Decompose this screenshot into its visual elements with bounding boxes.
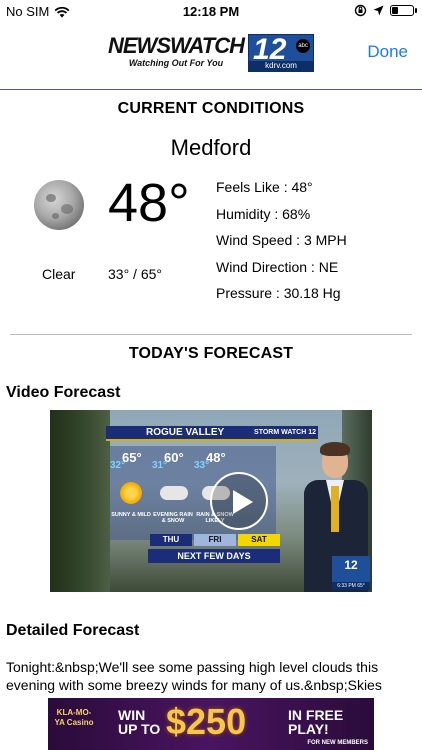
wx-region-label: ROGUE VALLEY [146, 427, 225, 438]
wx-dayname: SAT [238, 534, 280, 546]
ad-members-note: FOR NEW MEMBERS [307, 740, 368, 746]
detailed-forecast-text: Tonight:&nbsp;We'll see some passing hig… [6, 659, 382, 693]
moon-icon [34, 180, 84, 230]
detail-label: Wind Speed : [216, 232, 301, 249]
ad-banner[interactable]: KLA-MO-YA Casino WIN UP TO $250 IN FREE … [48, 698, 374, 750]
wx-day-names: THU FRI SAT [150, 534, 280, 546]
detail-label: Pressure : [216, 285, 280, 302]
detail-value: 3 MPH [303, 232, 347, 249]
wx-day-fri: 60° 31° EVENING RAIN & SNOW [152, 446, 194, 540]
detail-value: NE [318, 258, 339, 275]
wx-lo: 32° [110, 460, 126, 471]
low-high-temps: 33° / 65° [108, 266, 163, 282]
abc-icon: abc [296, 39, 311, 53]
conditions-details: Feels Like : 48° Humidity : 68% Wind Spe… [216, 178, 347, 311]
station-bug: 12 [332, 556, 370, 582]
sun-icon [120, 482, 142, 504]
nav-bar: NEWSWATCH Watching Out For You 12 abc kd… [0, 22, 422, 90]
orientation-lock-icon [354, 4, 367, 17]
wx-lo: 33° [194, 460, 210, 471]
battery-icon [390, 5, 417, 16]
detail-label: Feels Like : [216, 179, 288, 195]
status-bar: No SIM 12:18 PM [0, 0, 422, 22]
wx-region-header: ROGUE VALLEY STORM WATCH 12 [106, 426, 318, 441]
logo-main-text: NEWSWATCH [108, 33, 245, 58]
todays-forecast-title: TODAY'S FORECAST [128, 345, 294, 362]
wx-dayname: FRI [194, 534, 236, 546]
ad-free-play: IN FREE PLAY! [288, 707, 344, 737]
detail-value: 30.18 Hg [283, 285, 341, 302]
done-button[interactable]: Done [367, 42, 408, 62]
wx-day-thu: 65° 32° SUNNY & MILD [110, 446, 152, 540]
cloud-rain-icon [160, 486, 188, 500]
wx-desc: SUNNY & MILD [111, 512, 151, 518]
wx-desc: EVENING RAIN & SNOW [153, 512, 193, 524]
wx-dayname: THU [150, 534, 192, 546]
detail-wind-direction: Wind Direction : NE [216, 258, 347, 285]
current-conditions-title: CURRENT CONDITIONS [117, 100, 305, 117]
wx-footer: NEXT FEW DAYS [148, 549, 280, 563]
logo-tagline: Watching Out For You [128, 58, 224, 68]
tree-background [50, 410, 110, 592]
current-temperature: 48° [108, 173, 190, 233]
detail-value: 68% [282, 205, 311, 222]
detail-value: 48° [291, 179, 313, 195]
play-icon [233, 490, 253, 514]
station-bug-time: 6:33 PM 65° [332, 582, 370, 590]
ad-amount: $250 [166, 701, 247, 742]
section-divider [10, 334, 412, 335]
detailed-forecast-heading: Detailed Forecast [6, 622, 140, 639]
detail-label: Humidity : [216, 205, 279, 222]
detail-pressure: Pressure : 30.18 Hg [216, 284, 347, 311]
status-indicators [354, 4, 417, 17]
city-name: Medford [170, 135, 252, 160]
wx-lo: 31° [152, 460, 168, 471]
detail-wind-speed: Wind Speed : 3 MPH [216, 231, 347, 258]
detail-humidity: Humidity : 68% [216, 205, 347, 232]
kdrv-badge: 12 abc kdrv.com [248, 33, 315, 72]
condition-label: Clear [42, 266, 76, 282]
detail-label: Wind Direction : [216, 258, 315, 275]
location-arrow-icon [373, 5, 384, 16]
video-forecast-heading: Video Forecast [6, 384, 121, 401]
play-button[interactable] [210, 472, 268, 530]
video-forecast-player[interactable]: ROGUE VALLEY STORM WATCH 12 65° 32° SUNN… [50, 410, 372, 592]
casino-logo: KLA-MO-YA Casino [54, 708, 94, 727]
ad-win-text: WIN UP TO [118, 707, 161, 737]
logo-url: kdrv.com [249, 61, 314, 71]
newswatch-logo: NEWSWATCH Watching Out For You 12 abc kd… [108, 33, 315, 72]
storm-watch-logo: STORM WATCH 12 [254, 429, 316, 436]
detail-feels-like: Feels Like : 48° [216, 178, 347, 205]
